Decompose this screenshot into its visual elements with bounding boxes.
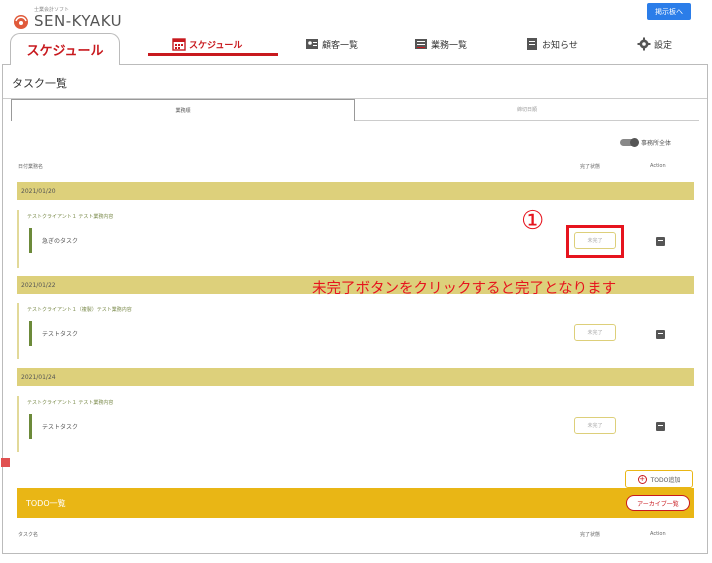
board-button[interactable]: 掲示板へ [647,3,691,20]
tab-clients[interactable]: 顧客一覧 [305,30,358,58]
gear-icon [637,37,651,51]
active-tab-underline [148,53,278,56]
todo-title: TODO一覧 [26,499,66,508]
incomplete-button[interactable]: 未完了 [574,417,616,434]
toggle-switch[interactable] [620,138,639,147]
tab-notices[interactable]: お知らせ [525,30,578,58]
client-task-line[interactable]: テストクライアント１ テスト業務内容 [27,399,113,406]
annotation-text: 未完了ボタンをクリックすると完了となります [312,281,617,297]
office-wide-toggle[interactable]: 事務所全体 [620,138,671,147]
calendar-icon [172,38,186,51]
task-name: 急ぎのタスク [42,238,79,245]
sort-tab-by-deadline[interactable]: 締切日順 [355,99,699,121]
todo-add-label: TODO追加 [650,476,681,484]
task-name: テストタスク [42,331,79,338]
date-bar: 2021/01/20 [17,182,694,200]
client-task-line[interactable]: テストクライアント１ テスト業務内容 [27,213,113,220]
client-task-line[interactable]: テストクライアント１（複製）テスト業務内容 [27,306,132,313]
side-marker-icon [1,458,10,467]
todo-bar: TODO一覧 [17,488,694,518]
delete-icon[interactable] [656,237,665,246]
tab-clients-label: 顧客一覧 [322,40,359,51]
sort-tab-by-task[interactable]: 業務順 [11,99,355,121]
col-head-date-name: 日付業務名 [18,164,44,170]
todo-col-status: 完了状態 [580,532,601,538]
toggle-label: 事務所全体 [641,140,672,147]
col-head-status: 完了状態 [580,164,601,170]
page-title: タスク一覧 [12,77,67,90]
annotation-number: ① [521,206,545,236]
task-name: テストタスク [42,424,79,431]
logo-text: SEN-KYAKU [34,12,123,30]
tab-tasks-label: 業務一覧 [431,40,468,51]
todo-col-task-name: タスク名 [18,532,39,538]
logo: 士業会計ソフト SEN-KYAKU [12,4,122,34]
plus-circle-icon: + [637,474,647,484]
tab-settings-label: 設定 [654,40,673,51]
col-head-action: Action [650,163,666,169]
list-icon [415,39,427,49]
annotation-highlight-box [566,225,624,258]
contacts-icon [306,39,318,49]
page-title-bar: タスク一覧 [3,65,707,99]
date-bar: 2021/01/24 [17,368,694,386]
delete-icon[interactable] [656,422,665,431]
tab-notices-label: お知らせ [542,40,578,51]
todo-col-action: Action [650,531,666,537]
notice-icon [527,38,537,50]
sort-tabs: 業務順 締切日順 [11,99,699,121]
delete-icon[interactable] [656,330,665,339]
logo-icon [14,15,28,29]
archive-list-button[interactable]: アーカイブ一覧 [626,495,690,511]
tab-settings[interactable]: 設定 [637,30,672,58]
incomplete-button[interactable]: 未完了 [574,324,616,341]
page-tab-schedule: スケジュール [10,33,120,65]
tab-schedule-label: スケジュール [189,40,243,51]
tab-tasks[interactable]: 業務一覧 [414,30,467,58]
todo-add-button[interactable]: + TODO追加 [625,470,693,488]
